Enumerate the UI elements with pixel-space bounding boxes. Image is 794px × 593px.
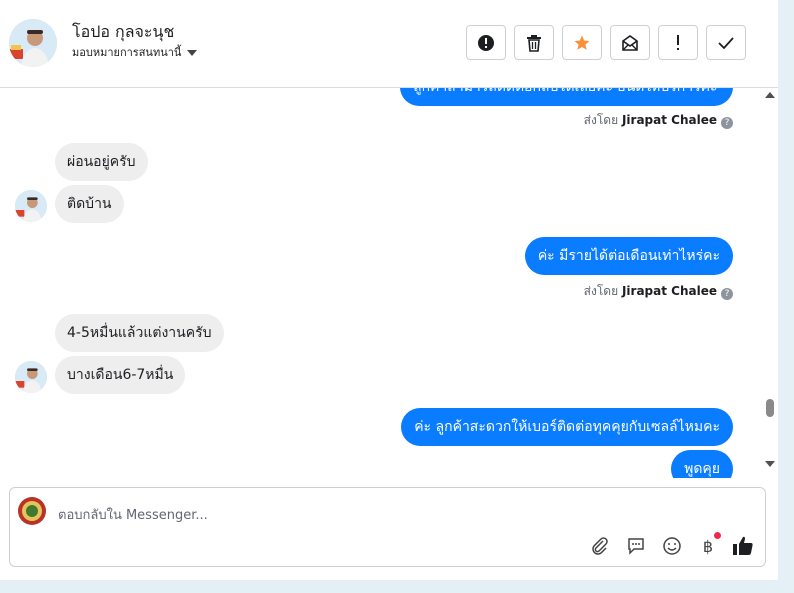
exclamation-circle-icon — [478, 34, 494, 51]
sent-by-label: ส่งโดย Jirapat Chalee? — [584, 111, 733, 130]
delete-button[interactable] — [514, 25, 554, 60]
reply-input[interactable]: ตอบกลับใน Messenger... — [58, 504, 208, 525]
contact-avatar[interactable] — [9, 19, 57, 67]
mark-unread-button[interactable] — [610, 25, 650, 60]
message-incoming: ผ่อนอยู่ครับ — [55, 143, 148, 181]
saved-reply-icon[interactable] — [624, 534, 648, 558]
sent-by-label: ส่งโดย Jirapat Chalee? — [584, 282, 733, 301]
envelope-open-icon — [622, 34, 638, 51]
message-outgoing: พูดคุย — [671, 450, 733, 478]
scroll-down-arrow-icon[interactable] — [765, 461, 775, 467]
message-outgoing: ค่ะ ลูกค้าสะดวกให้เบอร์ติดต่อทุคคุยกับเซ… — [401, 408, 733, 446]
message-thread[interactable]: ลูกค้าสามารถติดต่อกลับได้เลยค่ะ ยินดีให้… — [0, 88, 762, 478]
thread-scrollbar[interactable] — [762, 88, 778, 478]
page-avatar — [18, 497, 46, 525]
scrollbar-thumb[interactable] — [766, 399, 774, 417]
exclamation-icon — [677, 34, 679, 50]
mark-done-button[interactable] — [706, 25, 746, 60]
message-outgoing: ลูกค้าสามารถติดต่อกลับได้เลยค่ะ ยินดีให้… — [400, 88, 733, 106]
conversation-header: โอปอ กุลจะนุช มอบหมายการสนทนานี้ — [0, 0, 778, 88]
checkmark-icon — [718, 36, 734, 49]
paperclip-icon[interactable] — [588, 534, 612, 558]
notification-dot — [714, 532, 721, 539]
baht-glyph: ฿ — [702, 536, 714, 556]
reply-composer[interactable]: ตอบกลับใน Messenger... ฿ — [9, 487, 766, 567]
message-incoming: 4-5หมื่นแล้วแต่งานครับ — [55, 314, 224, 352]
message-outgoing: ค่ะ มีรายได้ต่อเดือนเท่าไหร่คะ — [524, 237, 733, 275]
mark-spam-button[interactable] — [466, 25, 506, 60]
message-incoming: บางเดือน6-7หมื่น — [55, 356, 186, 394]
emoji-icon[interactable] — [660, 534, 684, 558]
help-icon[interactable]: ? — [721, 288, 733, 300]
star-icon — [574, 35, 590, 50]
scroll-up-arrow-icon[interactable] — [765, 92, 775, 98]
thumbs-up-icon[interactable] — [731, 534, 755, 558]
help-icon[interactable]: ? — [721, 117, 733, 129]
contact-avatar-small — [15, 190, 47, 222]
conversation-panel: โอปอ กุลจะนุช มอบหมายการสนทนานี้ ลูกค้าส… — [0, 0, 778, 580]
star-button[interactable] — [562, 25, 602, 60]
trash-icon — [527, 34, 541, 52]
assign-conversation-dropdown[interactable]: มอบหมายการสนทนานี้ — [72, 43, 198, 61]
assign-label: มอบหมายการสนทนานี้ — [72, 46, 182, 59]
contact-name: โอปอ กุลจะนุช — [72, 22, 175, 41]
contact-avatar-small — [15, 361, 47, 393]
baht-payment-icon[interactable]: ฿ — [696, 532, 721, 558]
message-incoming: ติดบ้าน — [55, 185, 124, 223]
follow-up-button[interactable] — [658, 25, 698, 60]
caret-down-icon — [187, 50, 198, 56]
